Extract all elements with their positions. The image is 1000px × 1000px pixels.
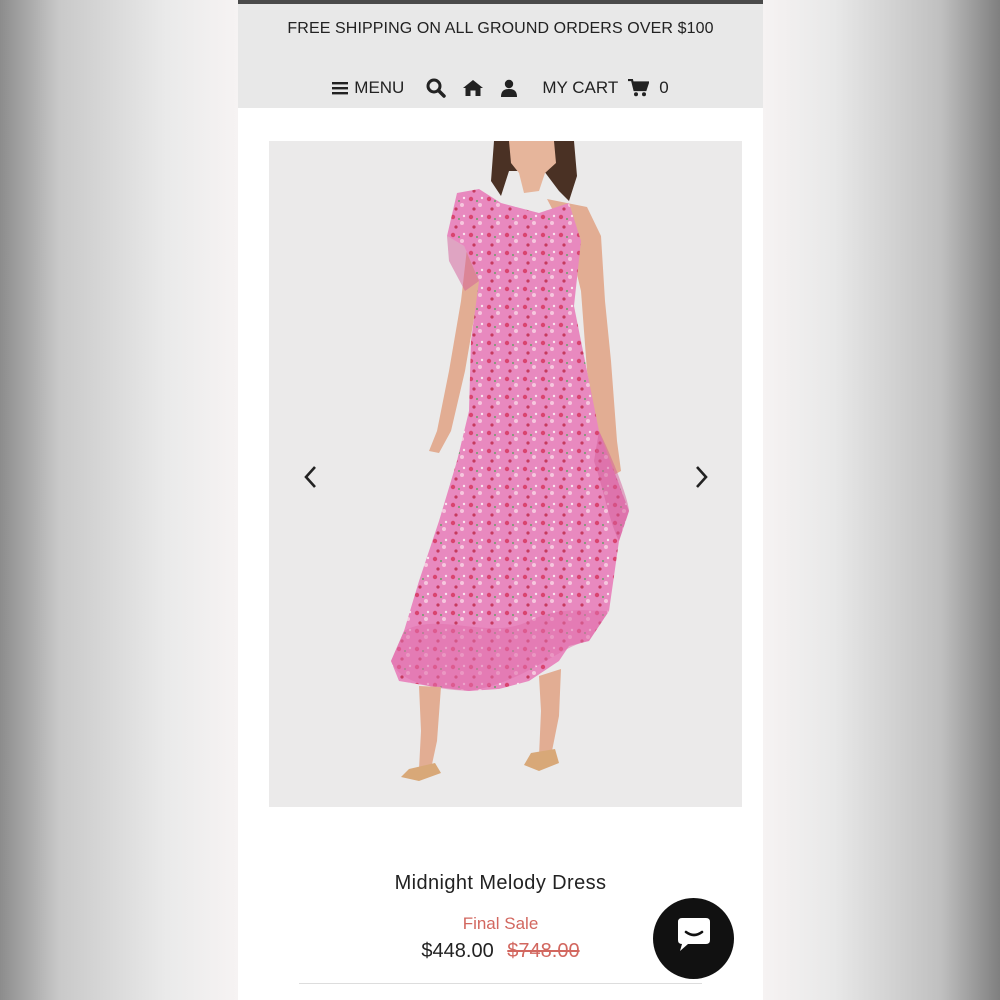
background-left-blur (0, 0, 238, 1000)
hamburger-icon (332, 81, 349, 95)
cart-button[interactable]: MY CART 0 (542, 78, 668, 98)
menu-label: MENU (354, 78, 405, 97)
original-price: $748.00 (507, 940, 580, 962)
nav-bar: MENU MY CART 0 (238, 74, 763, 102)
product-image-carousel[interactable] (269, 141, 742, 807)
product-photo (269, 141, 742, 807)
user-icon (500, 79, 518, 97)
cart-icon (628, 79, 650, 97)
chat-bubble-icon (674, 918, 714, 959)
chat-button[interactable] (653, 898, 734, 979)
cart-count: 0 (659, 78, 669, 97)
search-icon (426, 78, 447, 98)
search-button[interactable] (426, 78, 447, 98)
shipping-banner: FREE SHIPPING ON ALL GROUND ORDERS OVER … (287, 20, 714, 37)
home-icon (462, 79, 484, 97)
account-button[interactable] (500, 79, 518, 97)
product-title: Midnight Melody Dress (394, 872, 607, 894)
current-price: $448.00 (421, 940, 494, 962)
header: FREE SHIPPING ON ALL GROUND ORDERS OVER … (238, 0, 763, 108)
next-image-button[interactable] (689, 463, 713, 491)
menu-button[interactable]: MENU (332, 78, 404, 98)
background-right-blur (763, 0, 1000, 1000)
prev-image-button[interactable] (299, 463, 323, 491)
home-button[interactable] (462, 79, 484, 97)
cart-label: MY CART (542, 78, 619, 97)
chevron-left-icon (299, 466, 323, 495)
mobile-page: FREE SHIPPING ON ALL GROUND ORDERS OVER … (238, 0, 763, 1000)
chevron-right-icon (689, 466, 713, 495)
divider (299, 983, 702, 984)
